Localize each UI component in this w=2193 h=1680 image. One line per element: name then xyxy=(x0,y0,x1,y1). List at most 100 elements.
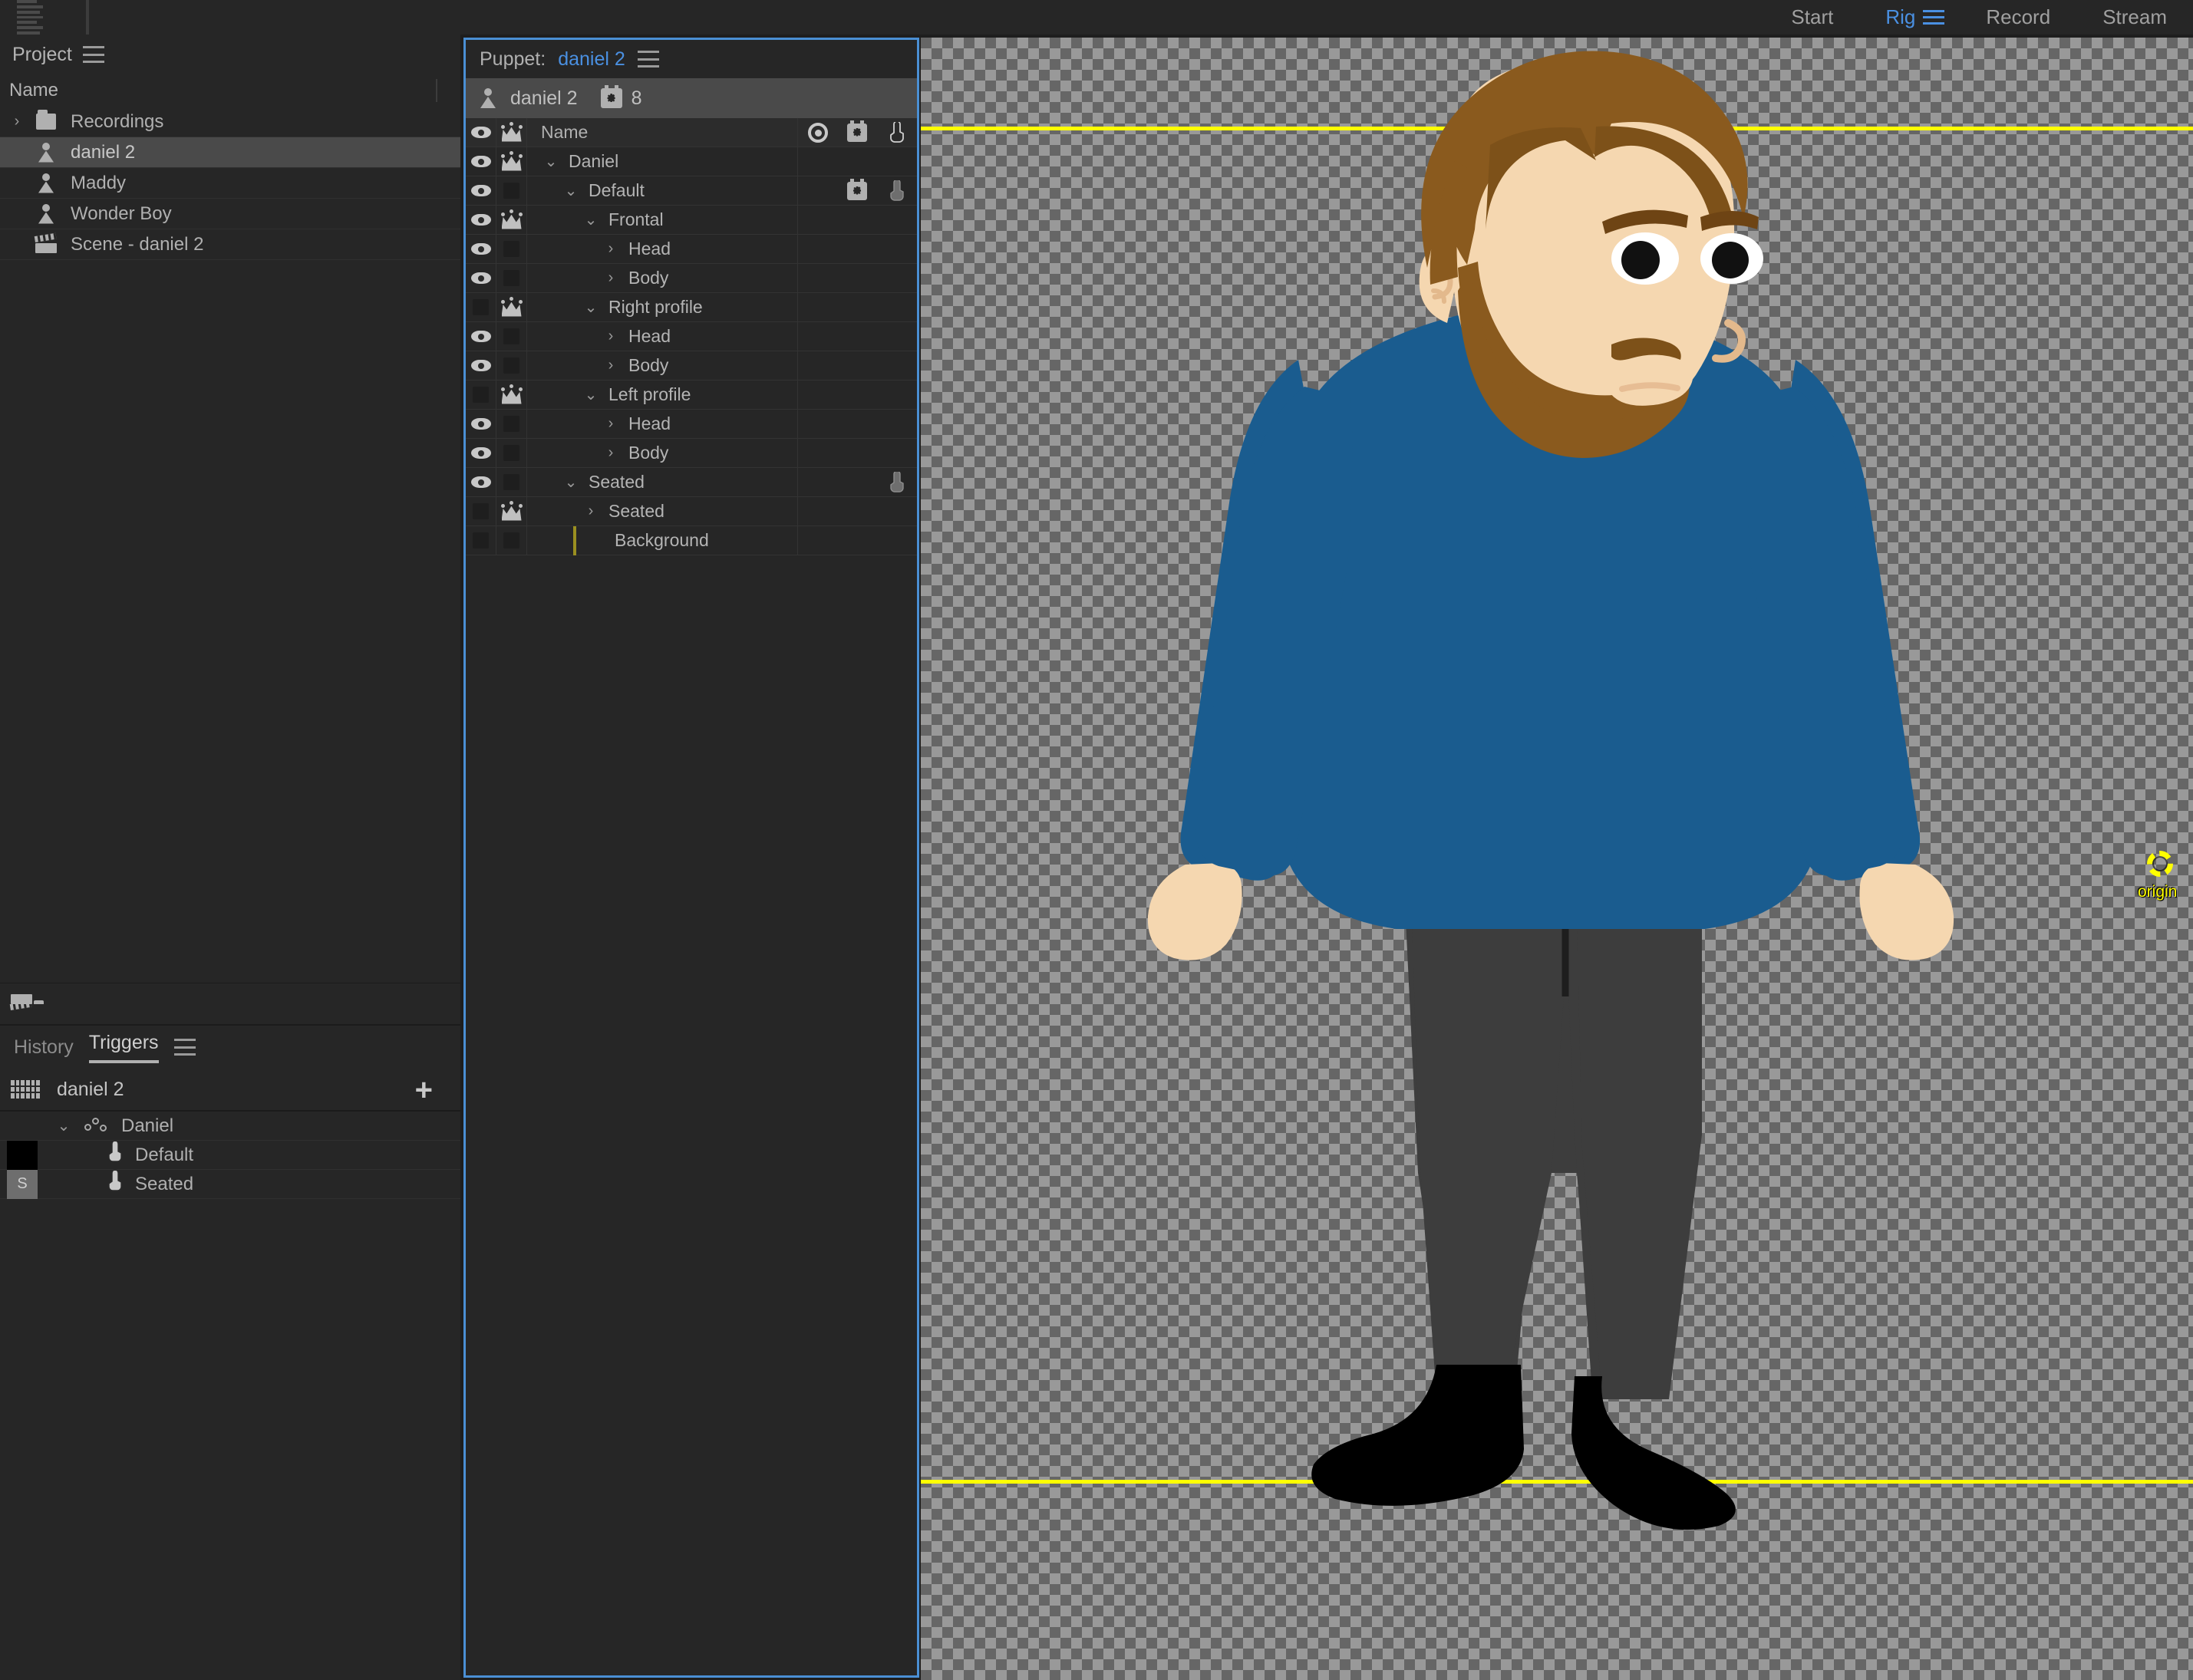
layer-trigger-cell[interactable] xyxy=(877,235,917,264)
layer-behaviors-cell[interactable] xyxy=(837,206,877,235)
layer-row[interactable]: › Head xyxy=(466,409,917,439)
behaviors-icon[interactable] xyxy=(600,85,622,108)
visibility-eye-icon[interactable] xyxy=(466,467,496,497)
panel-menu-icon[interactable] xyxy=(173,1039,196,1056)
visibility-eye-icon[interactable] xyxy=(466,263,496,293)
tab-history[interactable]: History xyxy=(14,1036,74,1059)
layer-trigger-cell[interactable] xyxy=(877,264,917,293)
layer-row[interactable]: Background xyxy=(466,525,917,555)
layer-behaviors-cell[interactable] xyxy=(837,235,877,264)
layer-trigger-cell[interactable] xyxy=(877,176,917,206)
layer-row[interactable]: ⌄ Left profile xyxy=(466,380,917,410)
layer-trigger-cell[interactable] xyxy=(877,380,917,410)
tab-project[interactable]: Project xyxy=(12,44,72,66)
layer-row[interactable]: ⌄ Right profile xyxy=(466,292,917,322)
project-row-maddy[interactable]: Maddy xyxy=(0,168,460,199)
layer-trigger-cell[interactable] xyxy=(877,468,917,497)
nav-start[interactable]: Start xyxy=(1765,0,1859,35)
project-row-recordings[interactable]: › Recordings xyxy=(0,107,460,137)
project-row-daniel-2[interactable]: daniel 2 xyxy=(0,137,460,168)
disclosure-triangle-icon[interactable]: ⌄ xyxy=(561,181,581,200)
visibility-eye-icon[interactable] xyxy=(466,205,496,235)
project-row-scene[interactable]: Scene - daniel 2 xyxy=(0,229,460,260)
layer-record-cell[interactable] xyxy=(797,380,837,410)
layer-record-cell[interactable] xyxy=(797,205,837,235)
crown-off-icon[interactable] xyxy=(496,525,527,555)
crown-icon[interactable] xyxy=(496,292,527,322)
layer-behaviors-cell[interactable] xyxy=(837,176,877,206)
crown-icon[interactable] xyxy=(496,496,527,526)
layer-record-cell[interactable] xyxy=(797,321,837,351)
layer-row[interactable]: › Body xyxy=(466,263,917,293)
layer-record-cell[interactable] xyxy=(797,438,837,468)
layer-behaviors-cell[interactable] xyxy=(837,439,877,468)
layer-trigger-cell[interactable] xyxy=(877,206,917,235)
layer-trigger-cell[interactable] xyxy=(877,293,917,322)
layer-row[interactable]: › Body xyxy=(466,438,917,468)
trigger-key-swatch[interactable]: S xyxy=(0,1169,45,1199)
visibility-off-icon[interactable] xyxy=(466,525,496,555)
crown-off-icon[interactable] xyxy=(496,321,527,351)
origin-crosshair-icon[interactable] xyxy=(2147,851,2178,881)
visibility-eye-icon[interactable] xyxy=(466,409,496,439)
visibility-eye-icon[interactable] xyxy=(466,438,496,468)
layer-behaviors-cell[interactable] xyxy=(837,322,877,351)
workspace-menu-icon[interactable] xyxy=(1923,0,1946,35)
nav-stream[interactable]: Stream xyxy=(2076,0,2193,35)
layer-trigger-cell[interactable] xyxy=(877,351,917,380)
puppet-title-name[interactable]: daniel 2 xyxy=(558,48,625,71)
layer-behaviors-cell[interactable] xyxy=(837,410,877,439)
layer-row[interactable]: › Head xyxy=(466,234,917,264)
disclosure-triangle-icon[interactable]: › xyxy=(581,502,601,520)
layer-behaviors-cell[interactable] xyxy=(837,147,877,176)
nav-rig[interactable]: Rig xyxy=(1859,0,1923,35)
disclosure-triangle-icon[interactable]: ⌄ xyxy=(54,1116,74,1135)
visibility-off-icon[interactable] xyxy=(466,380,496,410)
crown-off-icon[interactable] xyxy=(496,409,527,439)
layer-record-cell[interactable] xyxy=(797,409,837,439)
layer-behaviors-cell[interactable] xyxy=(837,293,877,322)
layer-record-cell[interactable] xyxy=(797,351,837,380)
layer-trigger-cell[interactable] xyxy=(877,526,917,555)
layer-record-cell[interactable] xyxy=(797,147,837,176)
visibility-eye-icon[interactable] xyxy=(466,321,496,351)
panel-menu-icon[interactable] xyxy=(82,46,104,63)
layer-row[interactable]: ⌄ Daniel xyxy=(466,147,917,176)
visibility-off-icon[interactable] xyxy=(466,292,496,322)
trigger-item-default[interactable]: Default xyxy=(0,1140,460,1170)
layer-row[interactable]: › Body xyxy=(466,351,917,380)
project-row-wonder-boy[interactable]: Wonder Boy xyxy=(0,199,460,229)
layer-behaviors-cell[interactable] xyxy=(837,468,877,497)
layer-behaviors-cell[interactable] xyxy=(837,497,877,526)
layer-trigger-cell[interactable] xyxy=(877,322,917,351)
disclosure-triangle-icon[interactable]: › xyxy=(601,415,621,433)
disclosure-triangle-icon[interactable]: › xyxy=(601,240,621,258)
disclosure-triangle-icon[interactable]: › xyxy=(601,444,621,462)
layer-behaviors-cell[interactable] xyxy=(837,351,877,380)
visibility-eye-icon[interactable] xyxy=(466,351,496,380)
puppet-artwork[interactable] xyxy=(921,38,2193,1680)
crown-off-icon[interactable] xyxy=(496,351,527,380)
add-trigger-button[interactable]: + xyxy=(415,1075,433,1105)
layer-row[interactable]: ⌄ Default xyxy=(466,176,917,206)
disclosure-triangle-icon[interactable]: › xyxy=(601,269,621,287)
layer-row[interactable]: › Seated xyxy=(466,496,917,526)
crown-off-icon[interactable] xyxy=(496,176,527,206)
keyboard-icon[interactable] xyxy=(11,1080,40,1099)
layer-record-cell[interactable] xyxy=(797,467,837,497)
layer-behaviors-cell[interactable] xyxy=(837,526,877,555)
layer-record-cell[interactable] xyxy=(797,292,837,322)
disclosure-triangle-icon[interactable]: ⌄ xyxy=(581,298,601,317)
layer-record-cell[interactable] xyxy=(797,263,837,293)
crown-off-icon[interactable] xyxy=(496,263,527,293)
trigger-item-seated[interactable]: S Seated xyxy=(0,1169,460,1199)
disclosure-triangle-icon[interactable]: › xyxy=(601,357,621,374)
disclosure-triangle-icon[interactable]: ⌄ xyxy=(581,385,601,404)
layer-record-cell[interactable] xyxy=(797,496,837,526)
tab-triggers[interactable]: Triggers xyxy=(88,1032,159,1063)
layer-trigger-cell[interactable] xyxy=(877,410,917,439)
crown-icon[interactable] xyxy=(496,205,527,235)
disclosure-triangle-icon[interactable]: ⌄ xyxy=(581,210,601,229)
layer-record-cell[interactable] xyxy=(797,176,837,206)
crown-off-icon[interactable] xyxy=(496,438,527,468)
